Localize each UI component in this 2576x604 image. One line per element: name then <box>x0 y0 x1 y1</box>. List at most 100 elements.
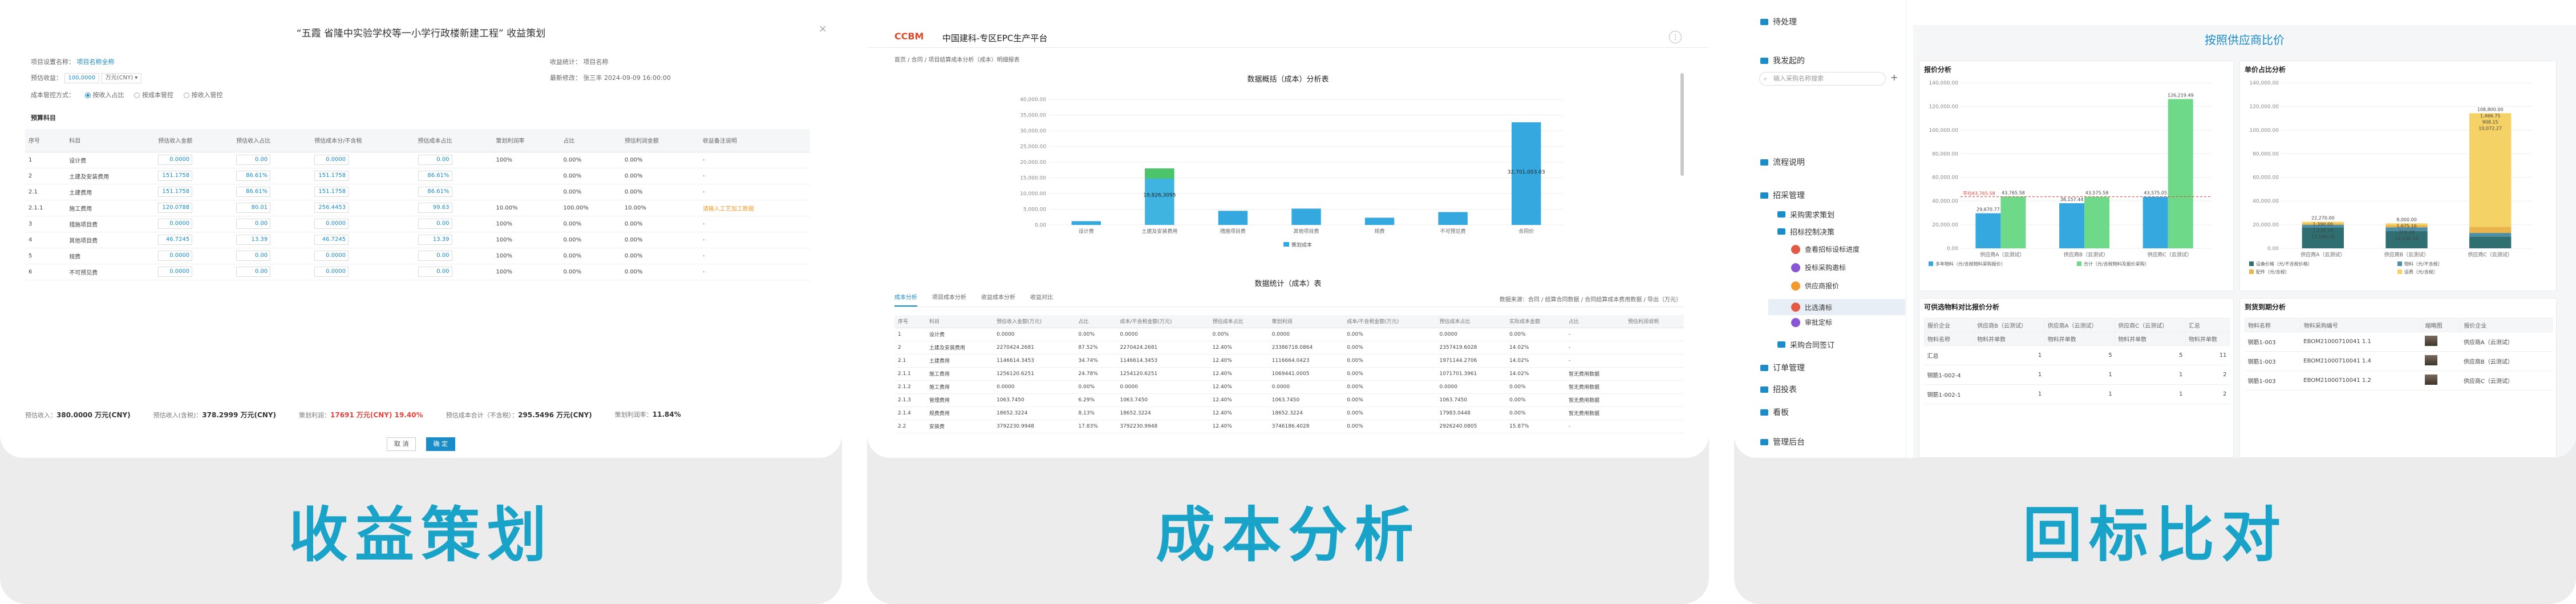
search-input[interactable]: 输入采购名称搜索 <box>1759 72 1886 86</box>
column-header: 成本/不含税金额(万元) <box>1116 315 1209 328</box>
cell: 1 <box>2115 365 2186 385</box>
value-input[interactable]: 120.0788 <box>158 203 193 213</box>
column-header: 物料采购编号 <box>2300 318 2423 332</box>
radio-button[interactable] <box>84 92 91 98</box>
value-input[interactable]: 0.00 <box>236 219 271 229</box>
value-input[interactable]: 0.00 <box>236 267 271 277</box>
supplier-link[interactable]: 供应商C（云测试） <box>2460 371 2553 390</box>
supplier-link[interactable]: 供应商B（云测试） <box>2460 351 2553 371</box>
folder-icon <box>1760 57 1768 64</box>
cell: 2 <box>894 341 926 355</box>
value-input[interactable]: 46.7245 <box>158 235 193 245</box>
value-input[interactable]: 0.00 <box>418 219 452 229</box>
tab[interactable]: 收益成本分析 <box>981 292 1015 307</box>
radio-button[interactable] <box>134 92 140 98</box>
value-input[interactable]: 0.0000 <box>314 219 349 229</box>
sidebar-item[interactable]: 投标采购邀标 <box>1791 263 1846 272</box>
sidebar-item[interactable]: 审批定标 <box>1791 317 1832 327</box>
sidebar-item[interactable]: 查看招标设标进度 <box>1791 244 1860 254</box>
add-icon[interactable]: + <box>1890 72 1898 83</box>
cell <box>1624 406 1684 420</box>
data-label: 908.15 <box>2482 119 2498 124</box>
sidebar-item[interactable]: 招标控制决策 <box>1777 226 1834 237</box>
value-input[interactable]: 13.39 <box>236 235 271 245</box>
cell: 18652.3224 <box>993 406 1075 420</box>
summary-item: 预估收入(含税)：378.2999 万元(CNY) <box>153 410 276 420</box>
table-row: 1 设计费 0.0000 0.00% 0.0000 0.00% 0.0000 0.00% 0.0… <box>894 328 1684 341</box>
sidebar-item[interactable]: 采购需求策划 <box>1777 209 1834 220</box>
value-input[interactable]: 99.63 <box>418 203 452 213</box>
cell: 0.0000 <box>1116 328 1209 341</box>
column-header: 供应商A（云测试） <box>2044 318 2116 332</box>
column-header: 缩略图 <box>2421 318 2461 332</box>
field-estimate: 预估收益： 100,0000 万元(CNY) ▾ <box>31 73 142 83</box>
sidebar-item[interactable]: 待处理 <box>1760 16 1797 27</box>
value-input[interactable]: 0.00 <box>236 251 271 261</box>
sidebar-item[interactable]: 看板 <box>1760 406 1789 418</box>
value-input[interactable]: 80.01 <box>236 203 271 213</box>
value-input[interactable]: 0.0000 <box>158 219 193 229</box>
data-label: 38,157.44 <box>2060 197 2084 202</box>
cell: 0.0000 <box>155 152 233 168</box>
sidebar-item[interactable]: 供应商报价 <box>1791 281 1839 291</box>
value-input[interactable]: 0.00 <box>418 155 452 165</box>
value-input[interactable]: 0.0000 <box>158 251 193 261</box>
currency-select[interactable]: 万元(CNY) ▾ <box>101 73 142 83</box>
confirm-button[interactable]: 确 定 <box>426 437 456 451</box>
cell: 46.7245 <box>155 232 233 248</box>
tab[interactable]: 收益对比 <box>1030 292 1053 307</box>
tab[interactable]: 项目成本分析 <box>932 292 966 307</box>
sidebar-item[interactable]: 我发起的 <box>1760 55 1805 66</box>
radio-button[interactable] <box>183 92 189 98</box>
folder-icon <box>1777 211 1785 218</box>
value-input[interactable]: 151.1758 <box>314 171 349 181</box>
sidebar-item[interactable]: 采购合同签订 <box>1777 339 1834 350</box>
close-icon[interactable]: × <box>819 23 827 35</box>
value-input[interactable]: 0.00 <box>418 267 452 277</box>
column-header: 供应商C（云测试） <box>2115 318 2186 332</box>
table-tools[interactable]: 数据来源：合同 / 结算合同数据 / 合同结算成本费用数据 / 导出（万元） <box>1500 295 1682 303</box>
value-input[interactable]: 0.0000 <box>314 267 349 277</box>
scrollbar[interactable] <box>1680 73 1684 176</box>
more-icon[interactable]: ⋮ <box>1669 31 1682 43</box>
supplier-link[interactable]: 供应商A（云测试） <box>2460 332 2553 352</box>
value-input[interactable]: 13.39 <box>418 235 452 245</box>
row-name: 施工费用 <box>925 367 994 381</box>
value-input[interactable]: 0.0000 <box>158 155 193 165</box>
cell: 0.00% <box>1343 341 1436 355</box>
value-input[interactable]: 86.61% <box>418 187 452 197</box>
row-note: - <box>699 184 810 200</box>
summary-label: 预估收入： <box>25 411 56 419</box>
panel-caption: 成本分析 <box>1155 500 1420 570</box>
value-input[interactable]: 46.7245 <box>314 235 349 245</box>
value-input[interactable]: 86.61% <box>236 171 271 181</box>
value-input[interactable]: 151.1758 <box>314 187 349 197</box>
value-input[interactable]: 151.1758 <box>158 187 193 197</box>
value-input[interactable]: 0.00 <box>418 251 452 261</box>
value-input[interactable]: 0.0000 <box>314 251 349 261</box>
value-input[interactable]: 0.0000 <box>314 155 349 165</box>
table-row: 2.2 安装费 3792230.9948 17.83% 3792230.9948 12.4… <box>894 420 1684 433</box>
row-name: 安装费 <box>925 420 994 433</box>
sidebar-item[interactable]: 订单管理 <box>1760 362 1805 373</box>
value-input[interactable]: 0.0000 <box>158 267 193 277</box>
cancel-button[interactable]: 取 消 <box>386 437 416 451</box>
sidebar-item-label: 供应商报价 <box>1805 282 1840 290</box>
sidebar-item[interactable]: 招采管理 <box>1760 190 1805 201</box>
column-header: 收益备注说明 <box>699 129 810 152</box>
value-input[interactable]: 86.61% <box>236 187 271 197</box>
sidebar-item[interactable]: 招投表 <box>1760 384 1797 395</box>
sidebar-item[interactable]: 流程说明 <box>1760 156 1805 168</box>
value-input[interactable]: 151.1758 <box>158 171 193 181</box>
cell: 87.52% <box>1075 341 1117 355</box>
value-input[interactable]: 256.4453 <box>314 203 349 213</box>
column-header: 供应商B（云测试） <box>1974 318 2045 332</box>
sidebar-item[interactable]: 比选清标 <box>1768 299 1905 315</box>
value-input[interactable]: 86.61% <box>418 171 452 181</box>
estimate-input[interactable]: 100,0000 <box>64 73 100 83</box>
panel-bid-comparison: 输入采购名称搜索 ⌕ + 待处理 我发起的 流程说明 招采管理 采购需求策划 招标控制决策… <box>1734 0 2576 604</box>
tab[interactable]: 成本分析 <box>894 292 917 307</box>
value-input[interactable]: 0.00 <box>236 155 271 165</box>
row-name: 施工费用 <box>66 200 155 216</box>
sidebar-item[interactable]: 管理后台 <box>1760 436 1805 448</box>
